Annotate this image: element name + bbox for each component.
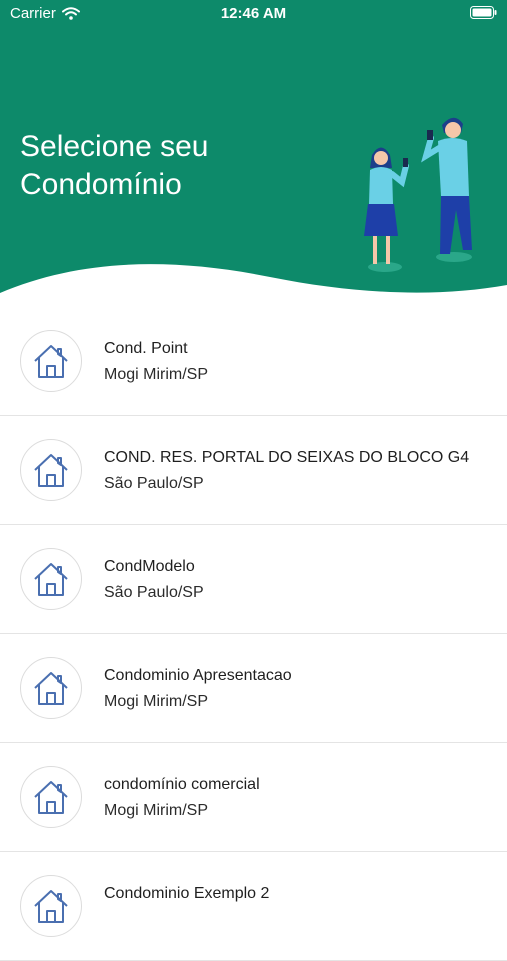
avatar bbox=[20, 330, 82, 392]
condominium-name: Cond. Point bbox=[104, 340, 188, 357]
list-item[interactable]: Condominio Apresentacao Mogi Mirim/SP bbox=[0, 634, 507, 743]
list-item[interactable]: Condominio Exemplo 2 bbox=[0, 852, 507, 961]
status-bar: Carrier 12:46 AM bbox=[0, 0, 507, 28]
condominium-list: Cond. Point Mogi Mirim/SP COND. RES. POR… bbox=[0, 307, 507, 961]
house-icon bbox=[34, 890, 68, 923]
list-item[interactable]: condomínio comercial Mogi Mirim/SP bbox=[0, 743, 507, 852]
house-icon bbox=[34, 454, 68, 487]
avatar bbox=[20, 766, 82, 828]
condominium-city: São Paulo/SP bbox=[104, 475, 204, 492]
condominium-name: Condominio Apresentacao bbox=[104, 667, 292, 684]
house-icon bbox=[34, 672, 68, 705]
avatar bbox=[20, 657, 82, 719]
header-wave bbox=[0, 264, 507, 310]
condominium-city: Mogi Mirim/SP bbox=[104, 366, 209, 383]
condominium-name: COND. RES. PORTAL DO SEIXAS DO BLOCO G4 bbox=[104, 449, 470, 466]
battery-icon bbox=[470, 6, 497, 19]
clock: 12:46 AM bbox=[220, 5, 287, 22]
page-title: Selecione seu Condomínio bbox=[20, 128, 208, 204]
condominium-name: CondModelo bbox=[104, 558, 195, 575]
condominium-name: Condominio Exemplo 2 bbox=[104, 885, 270, 902]
list-item[interactable]: COND. RES. PORTAL DO SEIXAS DO BLOCO G4 … bbox=[0, 416, 507, 525]
condominium-city: São Paulo/SP bbox=[104, 584, 204, 601]
condominium-name: condomínio comercial bbox=[104, 776, 260, 793]
title-line-1: Selecione seu bbox=[20, 130, 209, 163]
house-icon bbox=[34, 563, 68, 596]
avatar bbox=[20, 548, 82, 610]
list-item[interactable]: Cond. Point Mogi Mirim/SP bbox=[0, 307, 507, 416]
condominium-city: Mogi Mirim/SP bbox=[104, 693, 209, 710]
avatar bbox=[20, 875, 82, 937]
house-icon bbox=[34, 345, 68, 378]
condominium-city: Mogi Mirim/SP bbox=[104, 802, 209, 819]
list-item[interactable]: CondModelo São Paulo/SP bbox=[0, 525, 507, 634]
title-line-2: Condomínio bbox=[20, 168, 182, 201]
house-icon bbox=[34, 781, 68, 814]
avatar bbox=[20, 439, 82, 501]
header: Carrier 12:46 AM Selecione seu Condomíni… bbox=[0, 0, 507, 310]
